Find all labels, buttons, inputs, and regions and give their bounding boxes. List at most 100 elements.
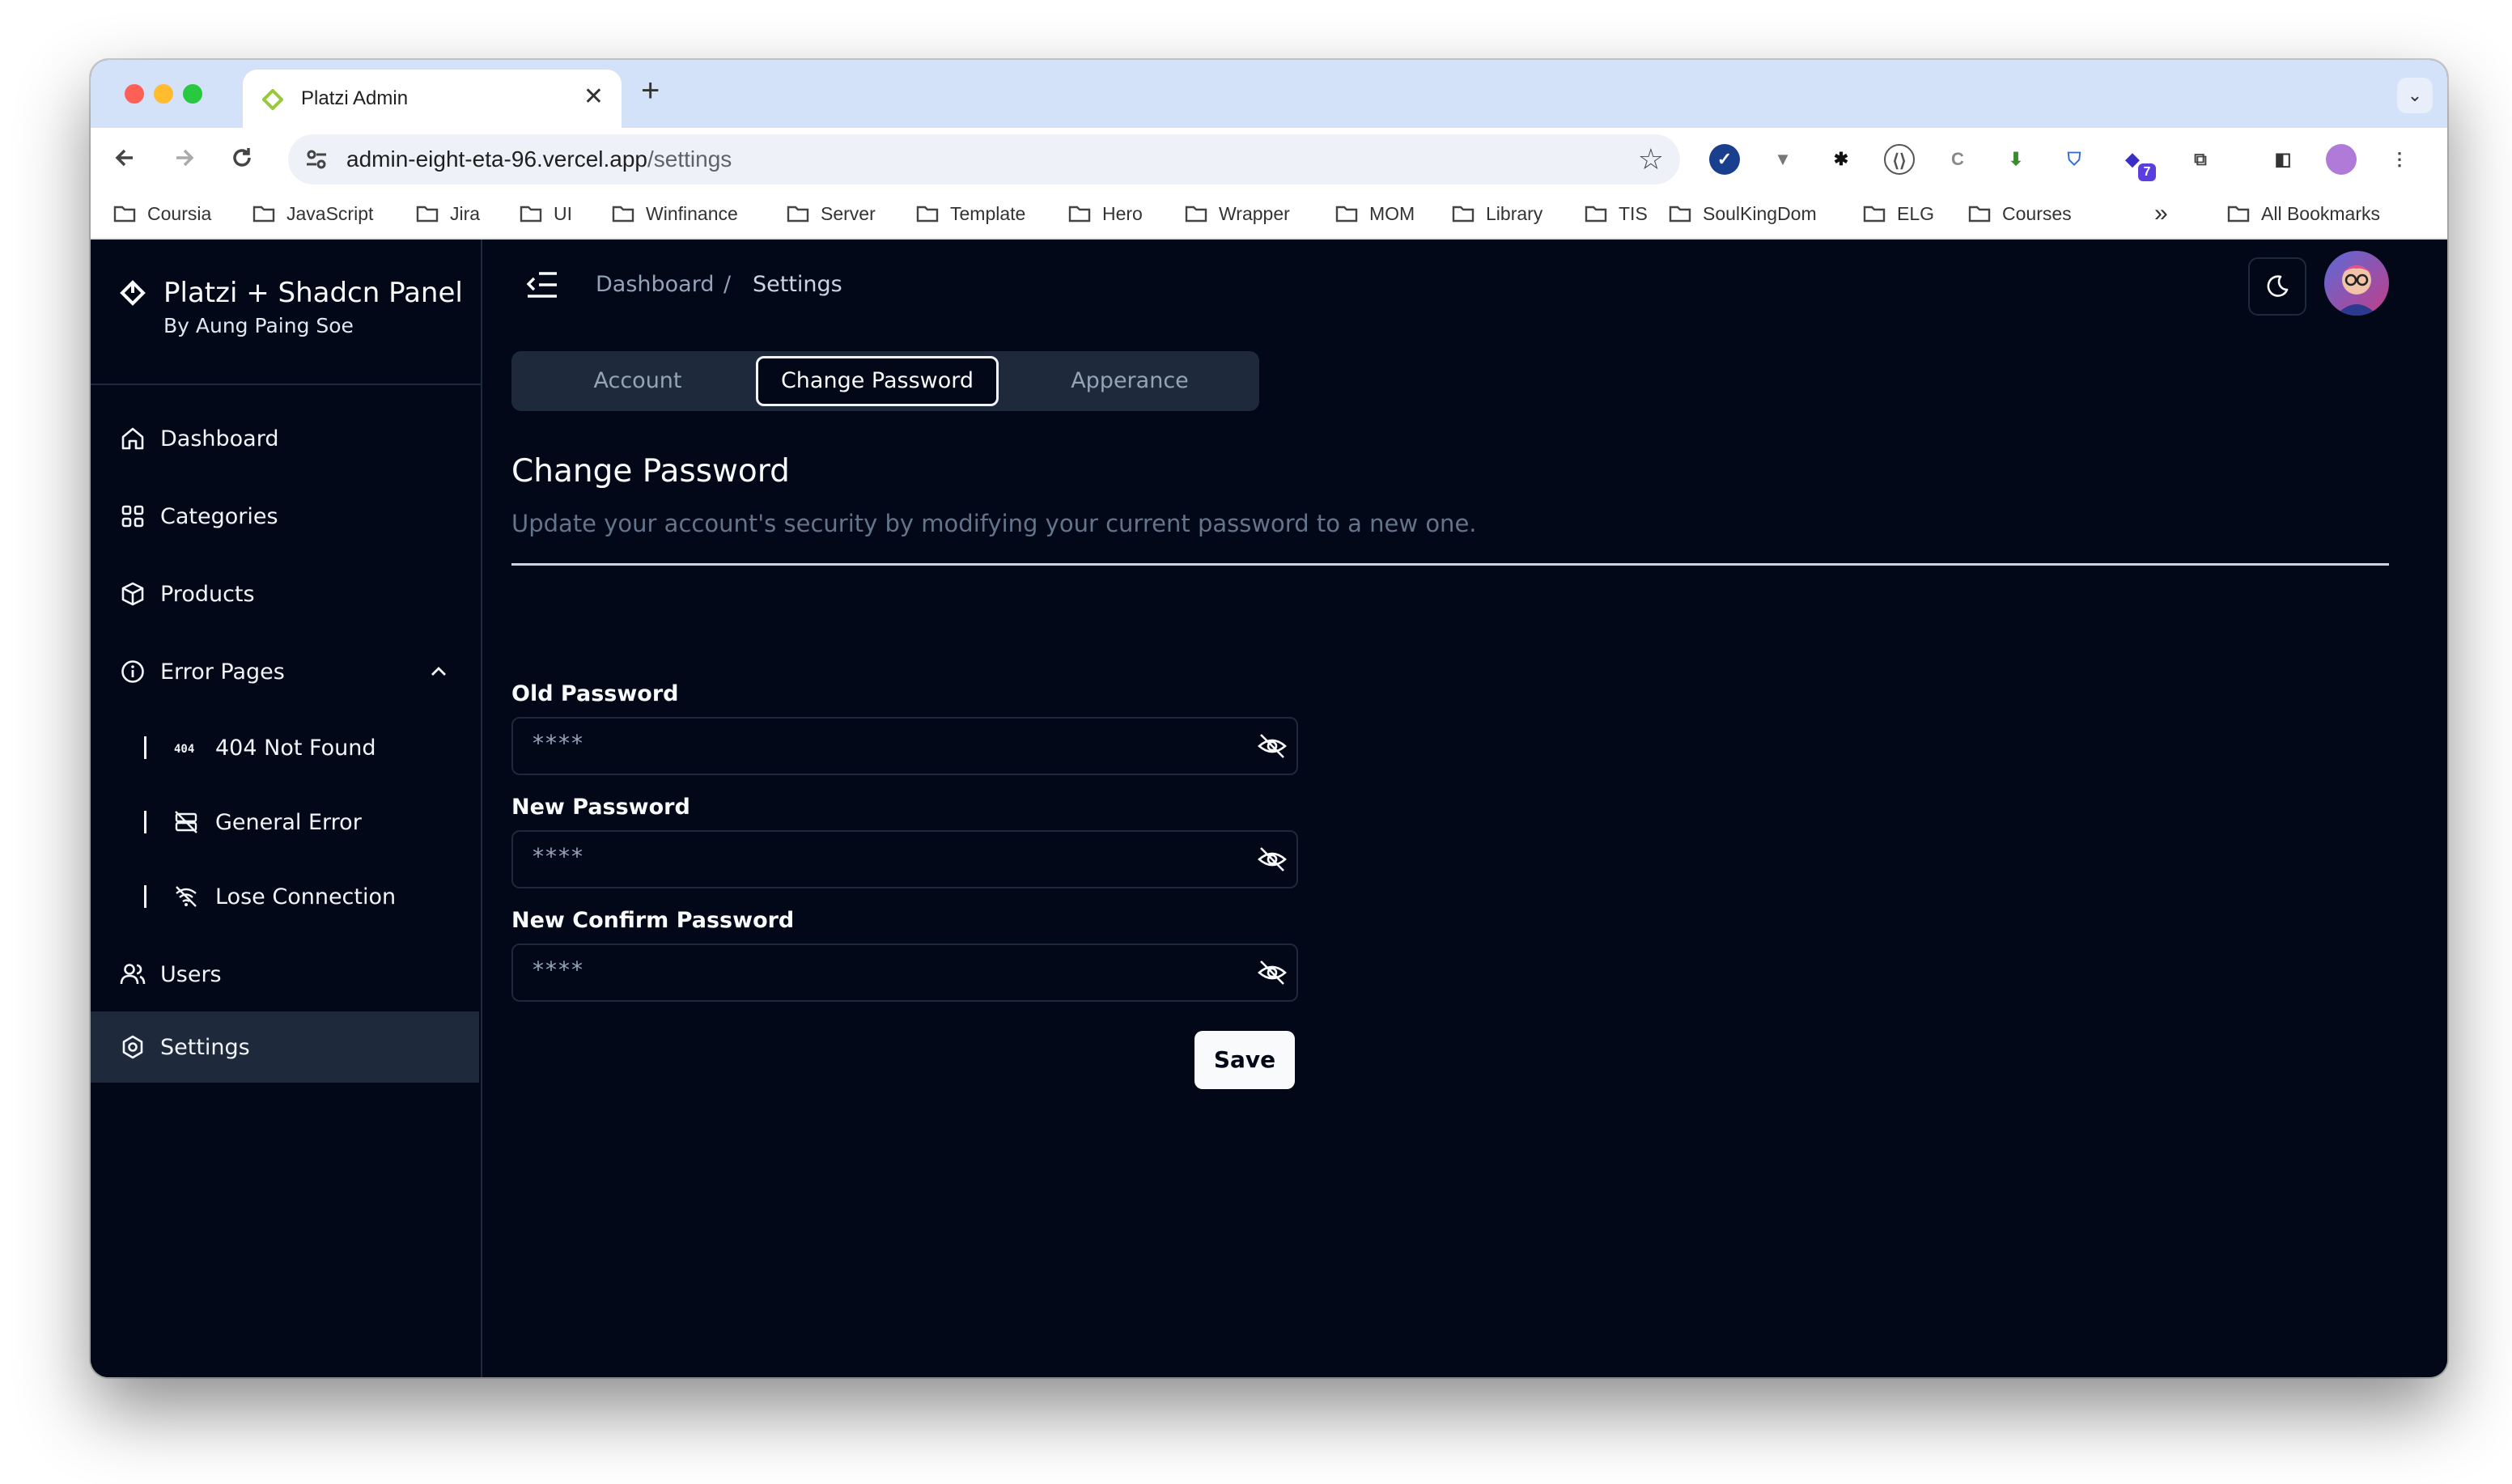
- sidebar-toggle-icon[interactable]: [524, 267, 560, 303]
- server-off-icon: [175, 811, 197, 833]
- bookmark-folder[interactable]: Wrapper: [1185, 199, 1290, 228]
- browser-toolbar: admin-eight-eta-96.vercel.app/settings ☆…: [91, 128, 2447, 191]
- chevron-up-icon[interactable]: [427, 660, 450, 683]
- breadcrumb-current: Settings: [753, 272, 842, 297]
- close-window-button[interactable]: [125, 84, 144, 104]
- back-arrow-icon[interactable]: [107, 139, 144, 176]
- folder-icon: [612, 206, 634, 223]
- bookmark-folder[interactable]: Hero: [1068, 199, 1143, 228]
- extension-css-icon[interactable]: C: [1942, 144, 1973, 175]
- close-tab-icon[interactable]: ✕: [583, 83, 604, 111]
- browser-tab-active[interactable]: Platzi Admin ✕: [243, 70, 622, 128]
- svg-text:404: 404: [174, 743, 194, 756]
- sidebar-item-products[interactable]: Products: [91, 558, 479, 630]
- platzi-favicon-icon: [262, 89, 283, 110]
- tab-search-button[interactable]: ⌄: [2397, 78, 2433, 113]
- profile-avatar-icon[interactable]: [2326, 144, 2357, 175]
- bookmark-folder[interactable]: Courses: [1968, 199, 2072, 228]
- user-avatar[interactable]: [2324, 251, 2389, 316]
- eye-off-icon[interactable]: [1256, 956, 1288, 989]
- all-bookmarks-button[interactable]: All Bookmarks: [2227, 199, 2380, 228]
- sidebar-item-label: Dashboard: [160, 426, 279, 452]
- bookmark-folder[interactable]: Library: [1452, 199, 1542, 228]
- folder-icon: [1452, 206, 1475, 223]
- sidebar-item-label: Error Pages: [160, 659, 285, 685]
- folder-icon: [416, 206, 439, 223]
- sidebar-subitem-general-error[interactable]: General Error: [144, 790, 468, 854]
- extension-octopus-icon[interactable]: ✱: [1826, 144, 1856, 175]
- sidebar-subitem-404[interactable]: 404 404 Not Found: [144, 715, 468, 780]
- new-password-input[interactable]: ****: [511, 830, 1298, 888]
- bookmark-folder[interactable]: UI: [520, 199, 572, 228]
- bookmarks-bar: Coursia JavaScript Jira UI Winfinance Se…: [91, 191, 2447, 240]
- extension-code-icon[interactable]: ⟨⟩: [1884, 144, 1915, 175]
- minimize-window-button[interactable]: [154, 84, 173, 104]
- tab-account[interactable]: Account: [516, 356, 759, 406]
- settings-icon: [122, 1035, 143, 1059]
- bookmark-folder[interactable]: Coursia: [113, 199, 211, 228]
- site-info-icon[interactable]: [303, 146, 330, 173]
- bookmark-folder[interactable]: Winfinance: [612, 199, 738, 228]
- bookmark-folder[interactable]: MOM: [1335, 199, 1415, 228]
- theme-toggle-button[interactable]: [2248, 257, 2306, 316]
- browser-tabstrip: Platzi Admin ✕ + ⌄: [91, 60, 2447, 128]
- avatar-image: [2324, 251, 2389, 316]
- new-password-value: ****: [533, 843, 584, 870]
- bookmark-folder[interactable]: ELG: [1863, 199, 1934, 228]
- confirm-password-value: ****: [533, 956, 584, 983]
- extension-graduation-icon[interactable]: ◆ 7: [2117, 144, 2156, 181]
- folder-icon: [2227, 206, 2250, 223]
- chrome-menu-icon[interactable]: ⋮: [2384, 144, 2415, 175]
- forward-arrow-icon[interactable]: [165, 139, 202, 176]
- sidebar-subitem-label: Lose Connection: [215, 884, 397, 909]
- browser-window: Platzi Admin ✕ + ⌄ admin-eight-eta-96.ve…: [91, 60, 2447, 1377]
- bookmark-folder[interactable]: SoulKingDom: [1669, 199, 1817, 228]
- tab-title: Platzi Admin: [301, 87, 409, 109]
- bookmark-folder[interactable]: JavaScript: [252, 199, 373, 228]
- bookmarks-overflow-button[interactable]: »: [2154, 199, 2168, 228]
- address-bar[interactable]: admin-eight-eta-96.vercel.app/settings ☆: [288, 134, 1680, 184]
- sidebar-item-dashboard[interactable]: Dashboard: [91, 403, 479, 474]
- tab-change-password[interactable]: Change Password: [756, 356, 999, 406]
- brand-logo-icon: [120, 280, 146, 306]
- app-root: Platzi + Shadcn Panel By Aung Paing Soe …: [91, 240, 2447, 1377]
- bookmark-folder[interactable]: Jira: [416, 199, 480, 228]
- save-button[interactable]: Save: [1194, 1031, 1295, 1089]
- eye-off-icon[interactable]: [1256, 730, 1288, 762]
- extension-shield-icon[interactable]: ⛉: [2059, 144, 2090, 175]
- brand-title: Platzi + Shadcn Panel: [163, 277, 463, 309]
- folder-icon: [1335, 206, 1358, 223]
- sidebar-item-settings[interactable]: Settings: [91, 1011, 479, 1083]
- brand-subtitle: By Aung Paing Soe: [163, 314, 354, 337]
- side-panel-icon[interactable]: ◧: [2268, 144, 2298, 175]
- bookmark-star-icon[interactable]: ☆: [1638, 142, 1664, 176]
- extensions-puzzle-icon[interactable]: ⧉: [2185, 144, 2216, 175]
- maximize-window-button[interactable]: [183, 84, 202, 104]
- eye-off-icon[interactable]: [1256, 843, 1288, 876]
- sidebar-subitem-lose-connection[interactable]: Lose Connection: [144, 864, 468, 929]
- folder-icon: [916, 206, 939, 223]
- sidebar: Platzi + Shadcn Panel By Aung Paing Soe …: [91, 240, 482, 1377]
- breadcrumb-dashboard[interactable]: Dashboard: [596, 272, 714, 297]
- sidebar-item-label: Users: [160, 961, 222, 987]
- extension-download-icon[interactable]: ⬇: [2001, 144, 2031, 175]
- extension-check-icon[interactable]: ✓: [1709, 144, 1740, 175]
- bookmark-folder[interactable]: Server: [787, 199, 876, 228]
- reload-icon[interactable]: [223, 139, 261, 176]
- sidebar-item-users[interactable]: Users: [91, 939, 479, 1010]
- error-404-icon: 404: [174, 743, 194, 756]
- new-password-label: New Password: [511, 795, 690, 820]
- folder-icon: [787, 206, 809, 223]
- new-tab-button[interactable]: +: [641, 73, 660, 109]
- tab-appearance[interactable]: Apperance: [1008, 356, 1251, 406]
- extension-vue-icon[interactable]: ▼: [1767, 144, 1798, 175]
- bookmark-folder[interactable]: TIS: [1585, 199, 1648, 228]
- sidebar-item-label: Settings: [160, 1034, 250, 1060]
- confirm-password-input[interactable]: ****: [511, 943, 1298, 1002]
- old-password-input[interactable]: ****: [511, 717, 1298, 775]
- bookmark-folder[interactable]: Template: [916, 199, 1025, 228]
- url-text: admin-eight-eta-96.vercel.app/settings: [346, 146, 732, 172]
- sidebar-item-error-pages[interactable]: Error Pages: [91, 636, 479, 707]
- settings-tabs: Account Change Password Apperance: [511, 351, 1259, 411]
- sidebar-item-categories[interactable]: Categories: [91, 481, 479, 552]
